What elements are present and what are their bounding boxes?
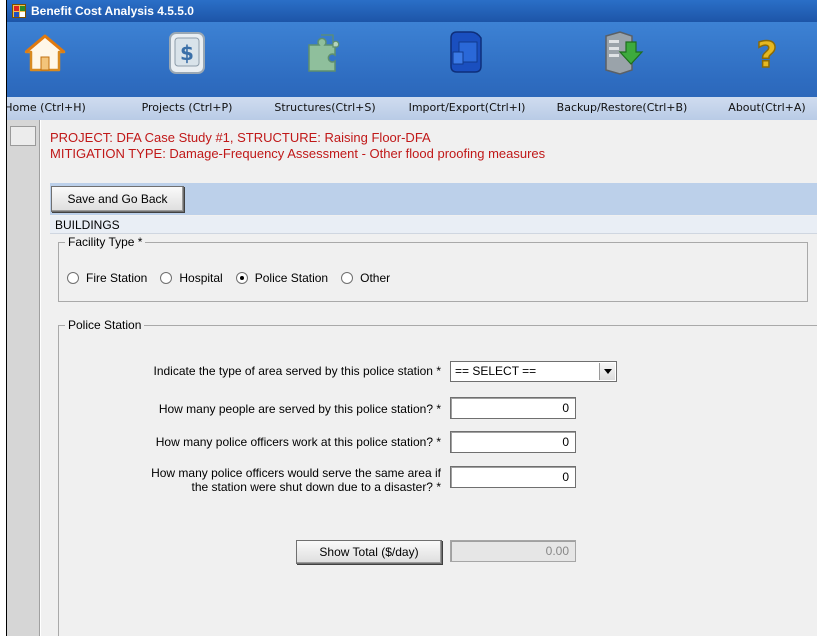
area-type-label: Indicate the type of area served by this… xyxy=(153,364,441,378)
import-export-icon xyxy=(445,30,489,76)
officers-count-input[interactable]: 0 xyxy=(450,431,576,453)
radio-button[interactable] xyxy=(160,272,173,284)
main-content: PROJECT: DFA Case Study #1, STRUCTURE: R… xyxy=(41,120,817,636)
people-served-label: How many people are served by this polic… xyxy=(158,402,441,416)
facility-type-legend: Facility Type * xyxy=(65,235,146,249)
facility-type-group: Facility Type * Fire Station Hospital Po… xyxy=(58,235,808,302)
total-output-field: 0.00 xyxy=(450,540,576,562)
radio-label: Police Station xyxy=(254,271,329,285)
section-title: BUILDINGS xyxy=(50,216,817,234)
structures-icon xyxy=(303,30,347,76)
radio-other[interactable]: Other xyxy=(341,271,390,285)
radio-label: Other xyxy=(360,271,391,285)
project-header: PROJECT: DFA Case Study #1, STRUCTURE: R… xyxy=(50,130,545,162)
show-total-button[interactable]: Show Total ($/day) xyxy=(296,540,442,564)
radio-fire-station[interactable]: Fire Station xyxy=(67,271,147,285)
shutdown-officers-label: How many police officers would serve the… xyxy=(71,466,441,494)
mitigation-line: MITIGATION TYPE: Damage-Frequency Assess… xyxy=(50,146,546,161)
toolbar-projects-button[interactable]: $ Projects (Ctrl+P) xyxy=(142,22,232,120)
project-line: PROJECT: DFA Case Study #1, STRUCTURE: R… xyxy=(50,130,431,145)
toolbar-structures-label: Structures(Ctrl+S) xyxy=(274,101,376,114)
radio-button[interactable] xyxy=(67,272,79,284)
app-window: Benefit Cost Analysis 4.5.5.0 Home (Ctrl… xyxy=(6,0,817,636)
projects-icon: $ xyxy=(165,30,209,76)
radio-button[interactable] xyxy=(341,272,354,284)
police-station-legend: Police Station xyxy=(65,318,145,332)
about-icon: ? xyxy=(745,30,789,76)
toolbar-about-button[interactable]: ? About(Ctrl+A) xyxy=(728,22,805,120)
toolbar-import-export-button[interactable]: Import/Export(Ctrl+I) xyxy=(409,22,525,120)
save-and-go-back-button[interactable]: Save and Go Back xyxy=(51,186,184,212)
shutdown-officers-input[interactable]: 0 xyxy=(450,466,576,488)
home-icon xyxy=(23,30,67,76)
toolbar-import-export-label: Import/Export(Ctrl+I) xyxy=(408,101,526,114)
window-title: Benefit Cost Analysis 4.5.5.0 xyxy=(31,4,194,18)
facility-type-radio-group: Fire Station Hospital Police Station Oth… xyxy=(67,271,403,285)
people-served-input[interactable]: 0 xyxy=(450,397,576,419)
officers-count-label: How many police officers work at this po… xyxy=(155,435,441,449)
rail-header-cell xyxy=(10,126,36,146)
svg-text:?: ? xyxy=(757,35,778,75)
toolbar-home-label: Home (Ctrl+H) xyxy=(6,101,86,114)
backup-restore-icon xyxy=(600,30,644,76)
toolbar-backup-restore-button[interactable]: Backup/Restore(Ctrl+B) xyxy=(557,22,687,120)
area-type-value: == SELECT == xyxy=(455,364,537,378)
radio-police-station[interactable]: Police Station xyxy=(235,271,329,285)
left-rail xyxy=(7,120,40,636)
toolbar-structures-button[interactable]: Structures(Ctrl+S) xyxy=(274,22,376,120)
radio-hospital[interactable]: Hospital xyxy=(160,271,223,285)
main-toolbar: Home (Ctrl+H) $ Projects (Ctrl+P) Struct… xyxy=(7,22,817,120)
toolbar-home-button[interactable]: Home (Ctrl+H) xyxy=(7,22,86,120)
app-logo-icon xyxy=(12,4,26,18)
radio-button-selected[interactable] xyxy=(235,272,248,284)
toolbar-about-label: About(Ctrl+A) xyxy=(728,101,806,114)
shutdown-label-line1: How many police officers would serve the… xyxy=(151,466,441,480)
svg-text:$: $ xyxy=(180,41,194,65)
chevron-down-icon[interactable] xyxy=(599,363,615,380)
toolbar-projects-label: Projects (Ctrl+P) xyxy=(141,101,233,114)
title-bar: Benefit Cost Analysis 4.5.5.0 xyxy=(7,0,817,22)
toolbar-backup-restore-label: Backup/Restore(Ctrl+B) xyxy=(556,101,688,114)
shutdown-label-line2: the station were shut down due to a disa… xyxy=(191,480,442,494)
radio-label: Fire Station xyxy=(86,271,148,285)
area-type-select[interactable]: == SELECT == xyxy=(450,361,617,382)
radio-label: Hospital xyxy=(179,271,223,285)
